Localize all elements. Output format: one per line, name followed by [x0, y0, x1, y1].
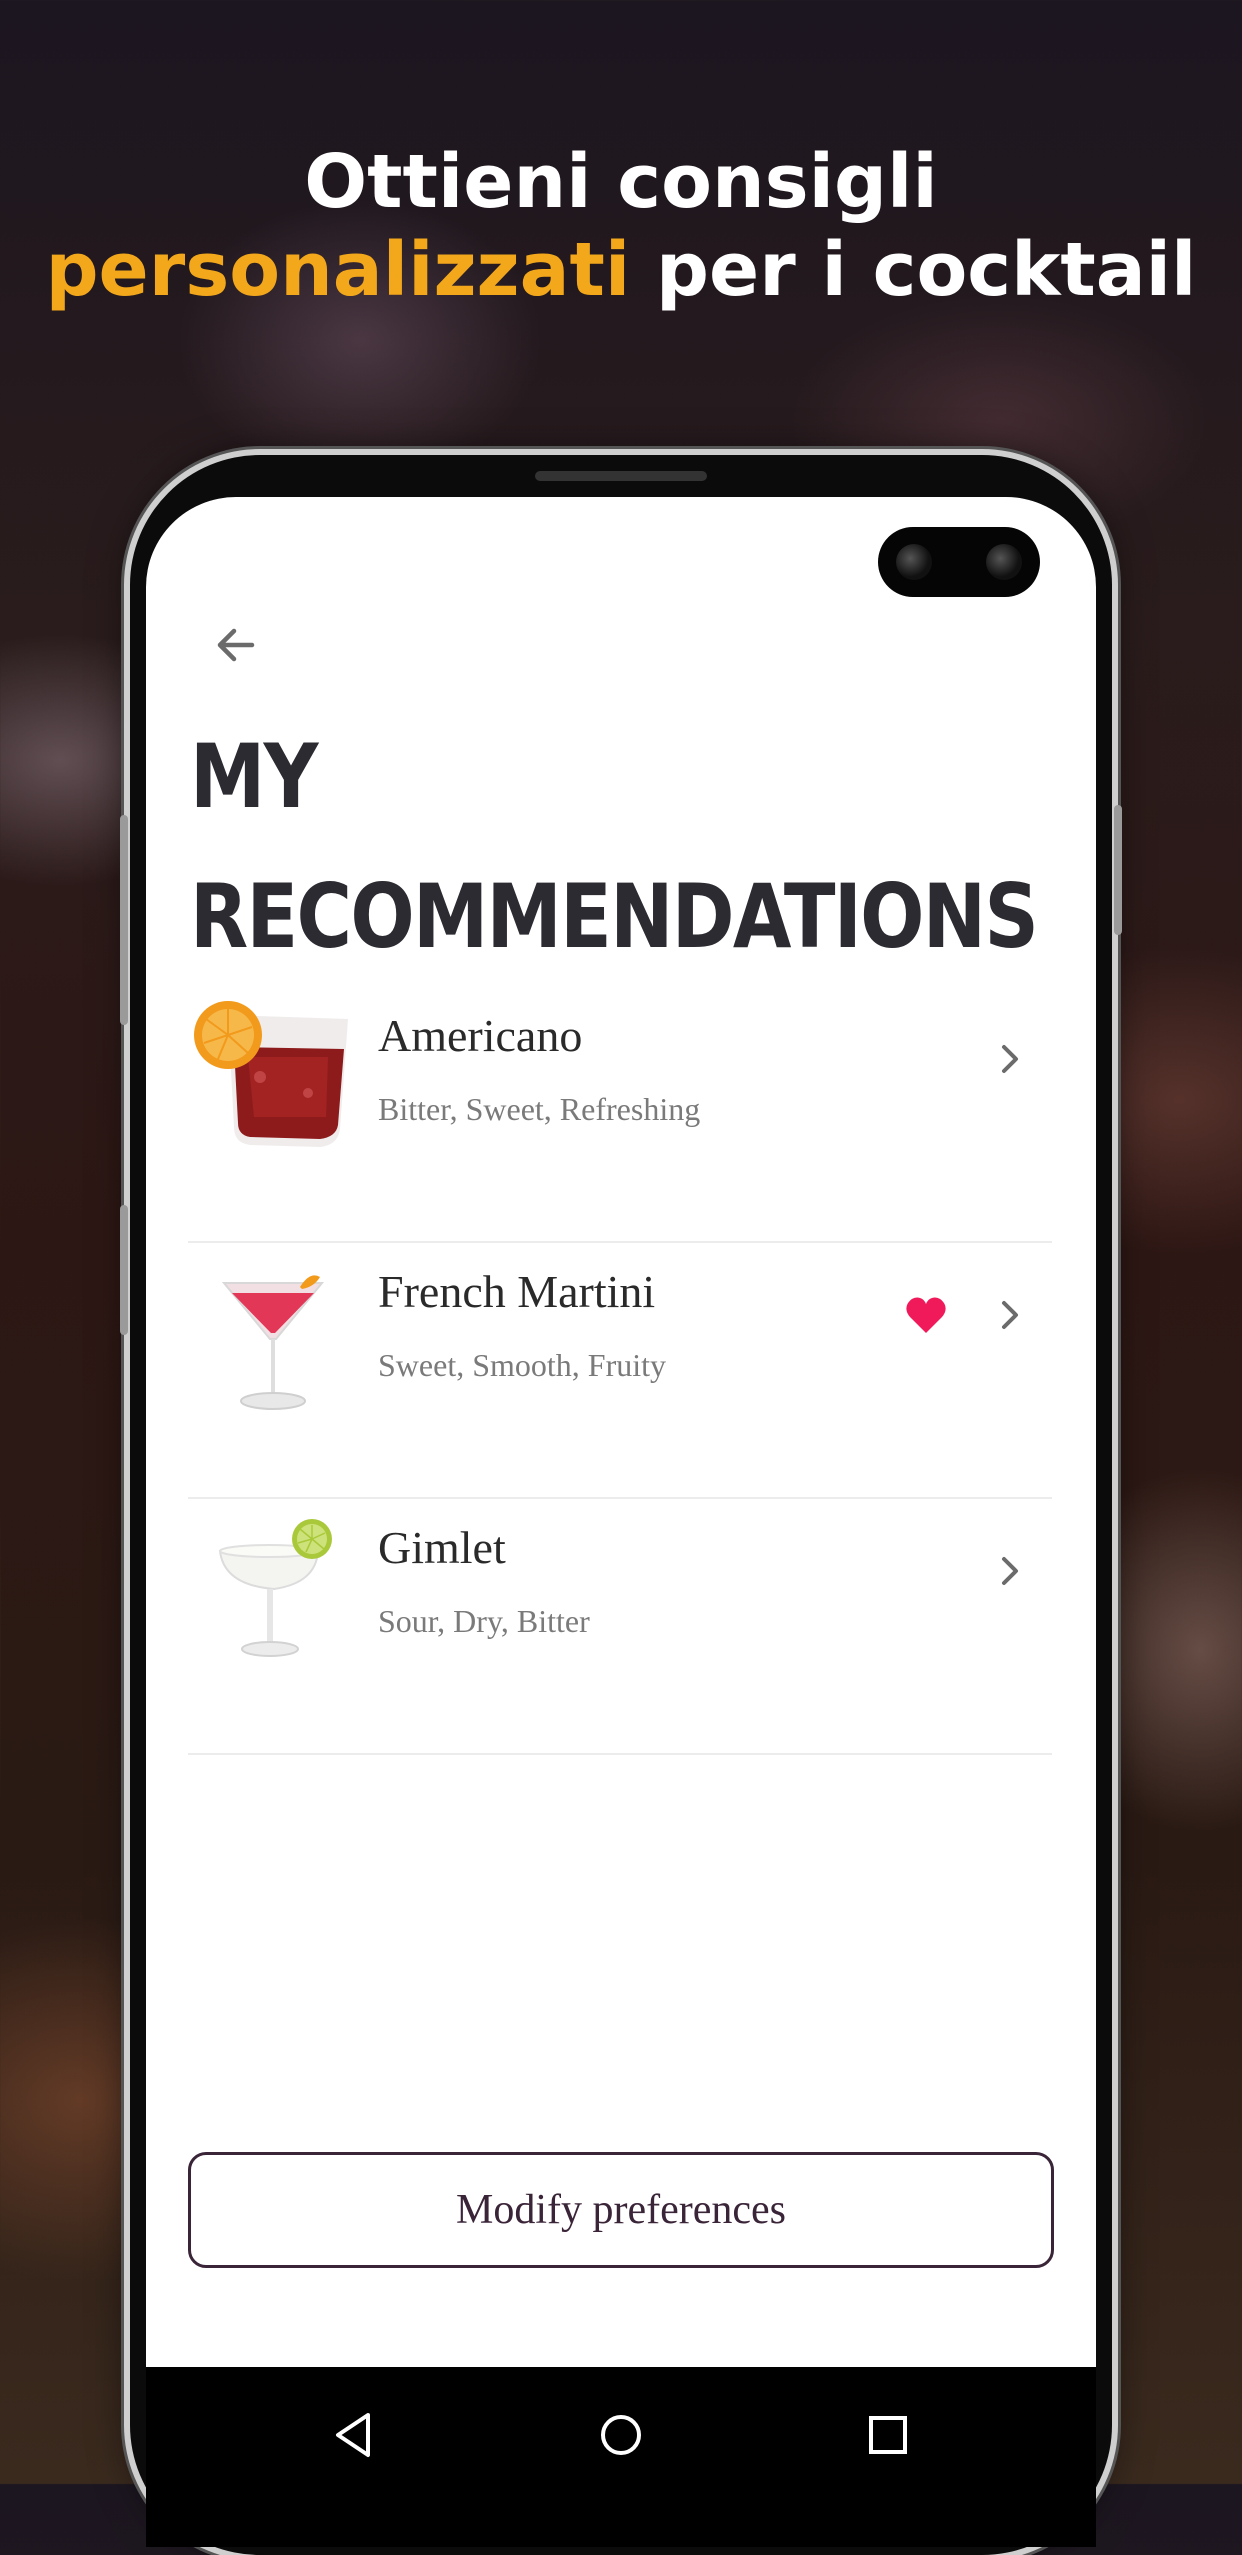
- back-arrow-icon[interactable]: [208, 617, 264, 673]
- promo-headline: Ottieni consigli personalizzati per i co…: [0, 138, 1242, 314]
- nav-home-icon[interactable]: [591, 2405, 651, 2465]
- headline-accent: personalizzati: [45, 227, 631, 313]
- app-screen: MY RECOMMENDATIONS Americano Bitter, Swe…: [146, 497, 1096, 2547]
- heart-icon[interactable]: [904, 1295, 948, 1335]
- page-title-line1: MY: [190, 725, 318, 828]
- recommendation-list: Americano Bitter, Sweet, Refreshing Fren…: [188, 987, 1052, 1755]
- chevron-right-icon[interactable]: [992, 1041, 1028, 1077]
- nav-back-icon[interactable]: [324, 2405, 384, 2465]
- headline-line2: personalizzati per i cocktail: [0, 226, 1242, 314]
- item-name: French Martini: [378, 1266, 656, 1317]
- page-title: MY RECOMMENDATIONS: [190, 707, 1039, 987]
- chevron-right-icon[interactable]: [992, 1553, 1028, 1589]
- camera-cutout: [878, 527, 1040, 597]
- item-tags: Bitter, Sweet, Refreshing: [378, 1091, 701, 1127]
- nav-recents-icon[interactable]: [858, 2405, 918, 2465]
- headline-rest: per i cocktail: [630, 227, 1197, 313]
- list-item-french-martini[interactable]: French Martini Sweet, Smooth, Fruity: [188, 1243, 1052, 1499]
- headline-line1: Ottieni consigli: [304, 139, 938, 225]
- chevron-right-icon[interactable]: [992, 1297, 1028, 1333]
- volume-button-lower: [120, 1205, 128, 1335]
- item-tags: Sour, Dry, Bitter: [378, 1603, 590, 1639]
- item-tags: Sweet, Smooth, Fruity: [378, 1347, 667, 1383]
- power-button: [1114, 805, 1122, 935]
- gimlet-thumbnail: [218, 1519, 332, 1657]
- modify-preferences-button[interactable]: Modify preferences: [188, 2152, 1054, 2268]
- americano-thumbnail: [194, 1001, 348, 1147]
- french-martini-thumbnail: [221, 1275, 325, 1410]
- item-name: Americano: [378, 1010, 583, 1061]
- system-nav-bar: [146, 2367, 1096, 2547]
- page-title-line2: RECOMMENDATIONS: [190, 865, 1039, 968]
- list-item-americano[interactable]: Americano Bitter, Sweet, Refreshing: [188, 987, 1052, 1243]
- list-item-gimlet[interactable]: Gimlet Sour, Dry, Bitter: [188, 1499, 1052, 1755]
- phone-frame: MY RECOMMENDATIONS Americano Bitter, Swe…: [120, 455, 1122, 2555]
- item-name: Gimlet: [378, 1522, 506, 1573]
- volume-button: [120, 815, 128, 1025]
- earpiece-speaker: [535, 471, 707, 481]
